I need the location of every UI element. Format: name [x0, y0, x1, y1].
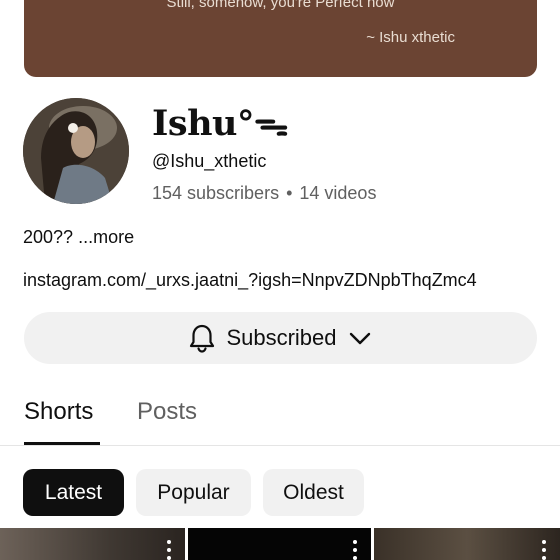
channel-banner: Still, somehow, you're Perfect now ~ Ish…	[24, 0, 537, 77]
short-thumbnail[interactable]	[188, 528, 371, 560]
filter-popular[interactable]: Popular	[136, 469, 251, 516]
filter-oldest[interactable]: Oldest	[263, 469, 364, 516]
channel-tabs: Shorts Posts	[0, 388, 560, 446]
video-count: 14 videos	[299, 183, 377, 203]
channel-link[interactable]: instagram.com/_urxs.jaatni_?igsh=NnpvZDN…	[23, 270, 477, 291]
channel-handle: @Ishu_xthetic	[152, 151, 267, 171]
avatar-image	[23, 98, 129, 204]
chevron-down-icon	[347, 327, 373, 349]
bell-icon	[188, 323, 216, 353]
filter-latest[interactable]: Latest	[23, 469, 124, 516]
subscribed-button[interactable]: Subscribed	[24, 312, 537, 364]
subscriber-count: 154 subscribers	[152, 183, 280, 203]
short-thumbnail[interactable]	[0, 528, 185, 560]
short-thumbnail[interactable]	[374, 528, 560, 560]
banner-signature: ~ Ishu xthetic	[366, 29, 455, 46]
stats-separator: •	[286, 183, 293, 203]
active-tab-indicator	[24, 442, 100, 445]
more-options-icon[interactable]	[542, 540, 546, 560]
more-link[interactable]: ...more	[78, 227, 134, 247]
more-options-icon[interactable]	[167, 540, 171, 560]
subscribed-label: Subscribed	[226, 325, 337, 350]
channel-name: Ishu°ᯓ	[152, 103, 288, 144]
more-options-icon[interactable]	[353, 540, 357, 560]
channel-avatar[interactable]	[23, 98, 129, 204]
description-text: 200??	[23, 227, 74, 247]
banner-quote: Still, somehow, you're Perfect now	[166, 0, 395, 11]
tab-posts[interactable]: Posts	[137, 398, 197, 426]
tab-shorts[interactable]: Shorts	[24, 398, 93, 426]
channel-description[interactable]: 200?? ...more	[23, 227, 134, 248]
channel-stats: 154 subscribers • 14 videos	[152, 183, 376, 204]
